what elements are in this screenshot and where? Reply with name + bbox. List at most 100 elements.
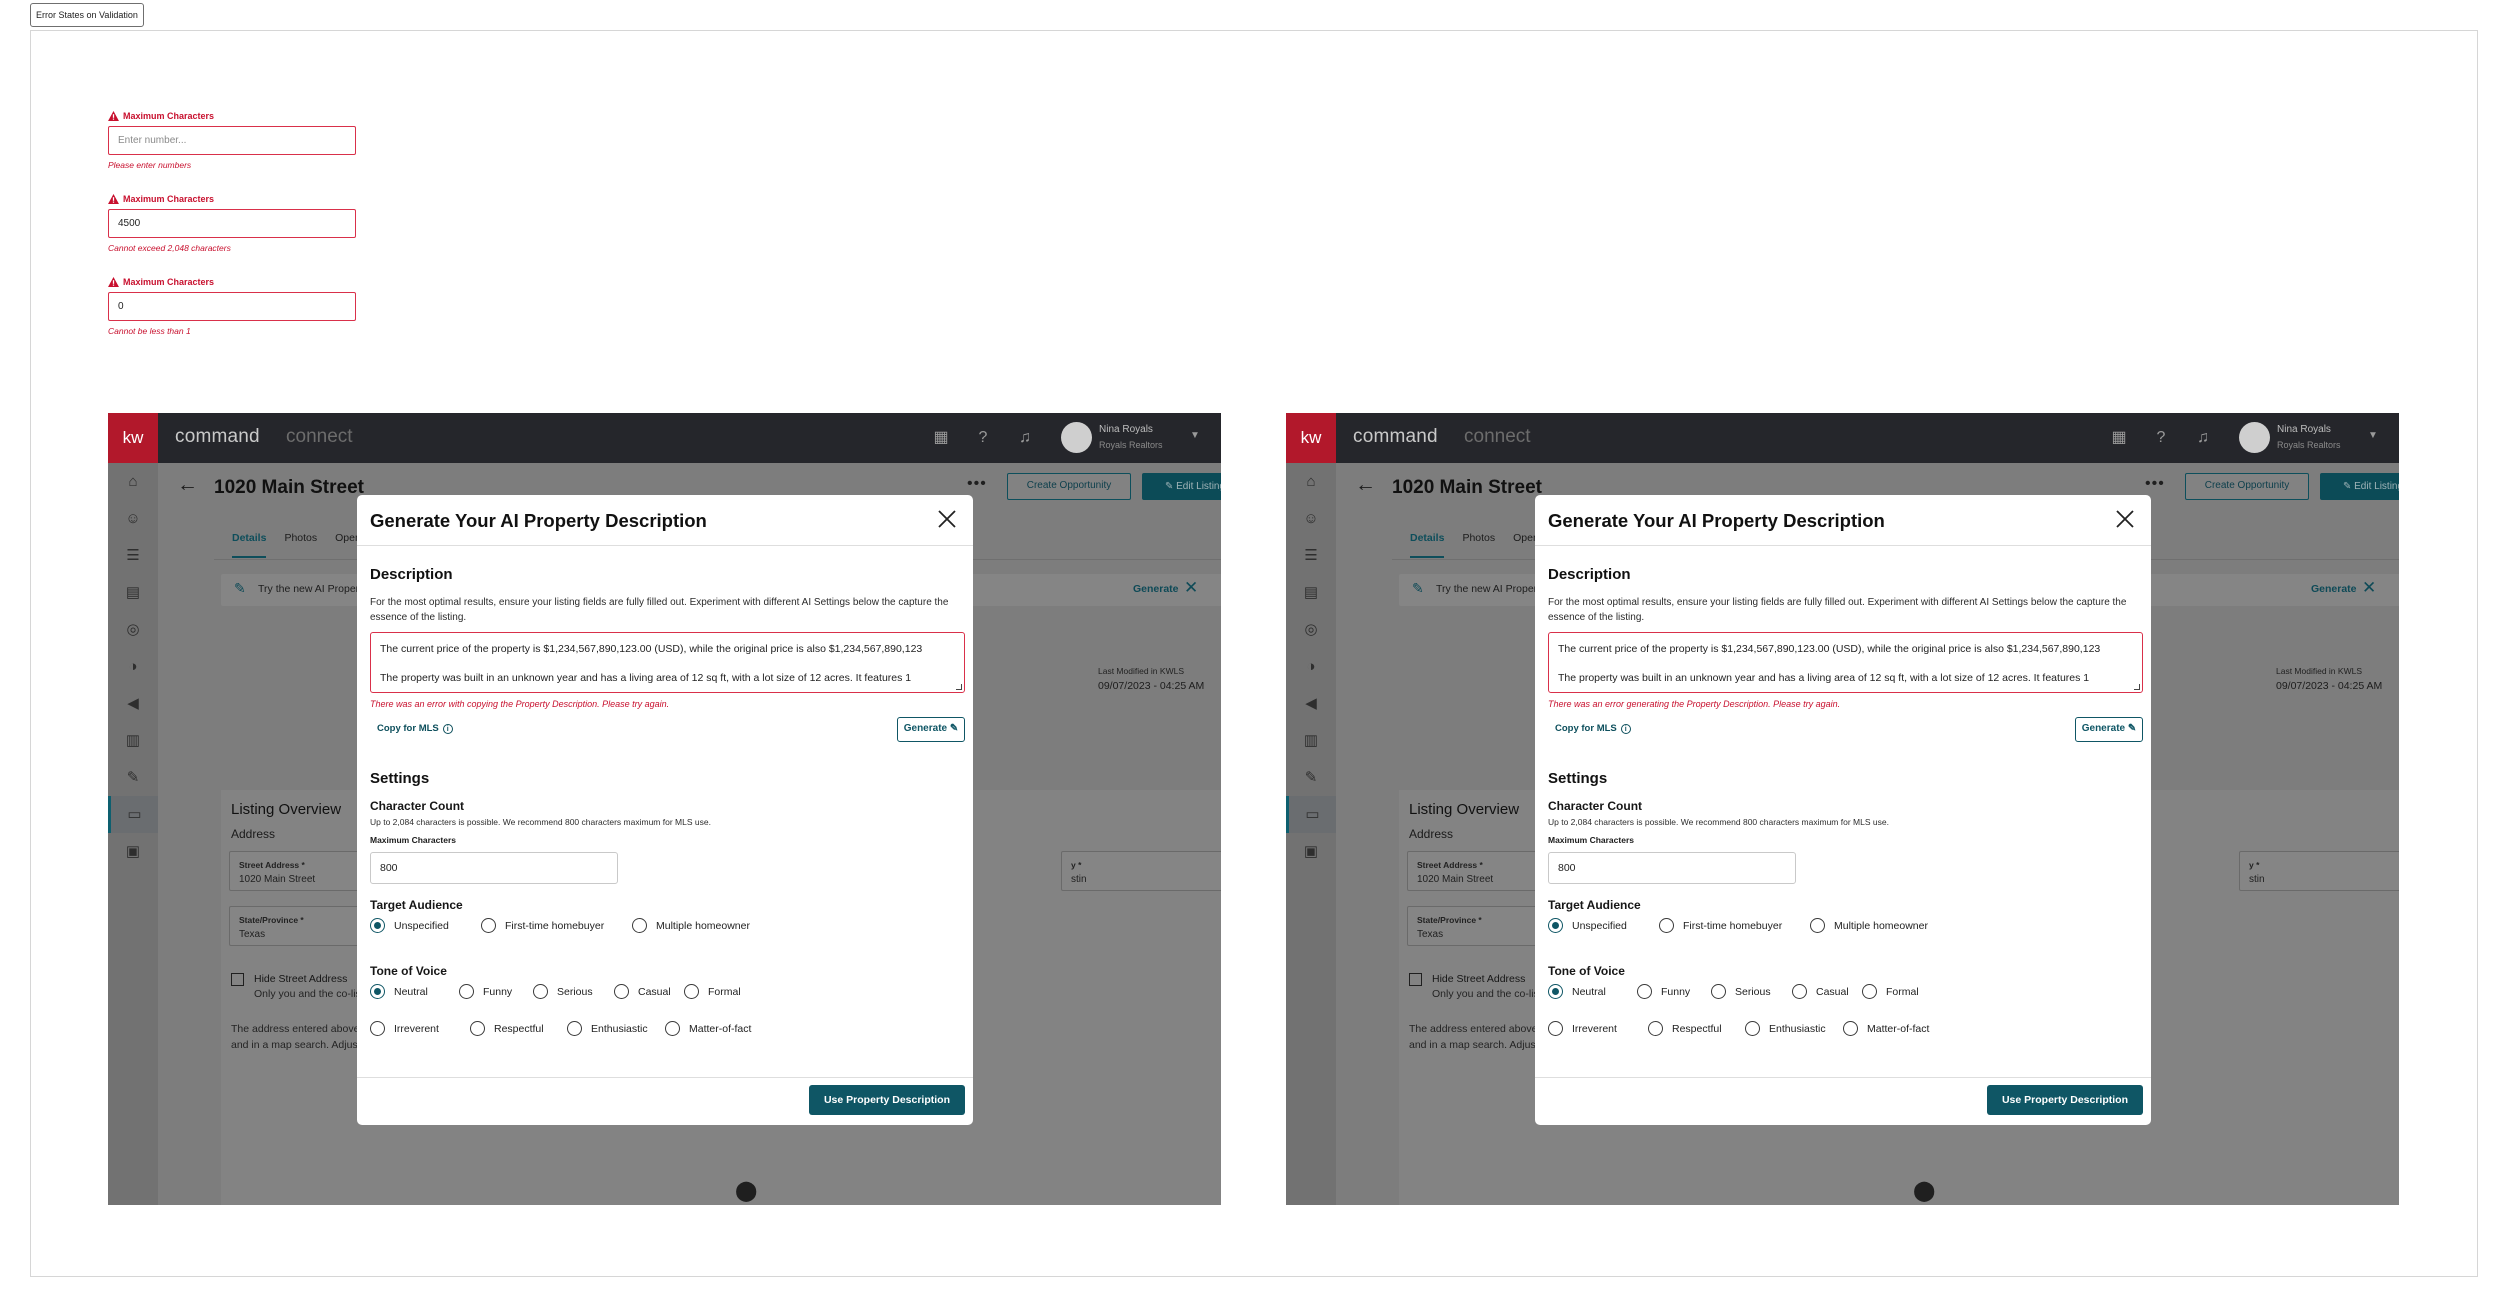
brand-command[interactable]: command [175, 426, 260, 448]
bell-icon[interactable]: ♫ [2192, 427, 2214, 449]
radio-matter-of-fact[interactable]: Matter-of-fact [1843, 1021, 1929, 1036]
kw-logo[interactable]: kw [108, 413, 158, 463]
calendar-icon[interactable]: ▦ [2108, 427, 2130, 449]
resize-handle[interactable] [2134, 684, 2140, 690]
use-property-description-button[interactable]: Use Property Description [809, 1085, 965, 1115]
create-opportunity-button[interactable]: Create Opportunity [2185, 473, 2309, 500]
max-characters-input[interactable]: 4500 [108, 209, 356, 238]
radio-irreverent[interactable]: Irreverent [370, 1021, 470, 1036]
chevron-down-icon[interactable]: ▼ [1190, 430, 1200, 441]
use-property-description-button[interactable]: Use Property Description [1987, 1085, 2143, 1115]
resize-handle[interactable] [956, 684, 962, 690]
radio-enthusiastic[interactable]: Enthusiastic [567, 1021, 665, 1036]
tasks-icon[interactable]: ▤ [1286, 574, 1336, 611]
location-icon[interactable]: ◎ [108, 611, 158, 648]
radio-funny[interactable]: Funny [459, 984, 533, 999]
close-icon[interactable]: ✕ [2362, 578, 2376, 598]
radio-funny[interactable]: Funny [1637, 984, 1711, 999]
radio-serious[interactable]: Serious [1711, 984, 1792, 999]
tab-photos[interactable]: Photos [1462, 532, 1495, 558]
avatar[interactable] [1061, 422, 1092, 453]
inbox-icon[interactable]: ☰ [108, 537, 158, 574]
description-textarea[interactable]: The current price of the property is $1,… [370, 632, 965, 693]
bell-icon[interactable]: ♫ [1014, 427, 1036, 449]
edit-icon[interactable]: ✎ [1286, 759, 1336, 796]
radio-casual[interactable]: Casual [1792, 984, 1862, 999]
radio-respectful[interactable]: Respectful [470, 1021, 567, 1036]
generate-button[interactable]: Generate ✎ [2075, 717, 2143, 742]
listings-icon[interactable]: ▭ [1286, 796, 1336, 833]
radio-first-time-homebuyer[interactable]: First-time homebuyer [1659, 918, 1810, 933]
calendar-icon[interactable]: ▦ [930, 427, 952, 449]
banner-generate-link[interactable]: Generate [2311, 583, 2357, 595]
radio-serious[interactable]: Serious [533, 984, 614, 999]
radio-neutral[interactable]: Neutral [370, 984, 459, 999]
chevron-down-icon[interactable]: ▼ [2368, 430, 2378, 441]
copy-for-mls-button[interactable]: Copy for MLS i [1555, 723, 1631, 734]
home-icon[interactable]: ⌂ [108, 463, 158, 500]
contacts-icon[interactable]: ☺ [1286, 500, 1336, 537]
tab-details[interactable]: Details [232, 532, 267, 558]
copy-for-mls-button[interactable]: Copy for MLS i [377, 723, 453, 734]
close-icon[interactable]: ✕ [1184, 578, 1198, 598]
kw-logo[interactable]: kw [1286, 413, 1336, 463]
max-characters-input[interactable]: 0 [108, 292, 356, 321]
more-options-icon[interactable]: ••• [967, 475, 987, 493]
back-arrow-icon[interactable]: ← [177, 473, 198, 497]
tab-photos[interactable]: Photos [284, 532, 317, 558]
hide-address-checkbox[interactable] [231, 973, 244, 986]
hide-address-checkbox[interactable] [1409, 973, 1422, 986]
generate-button[interactable]: Generate ✎ [897, 717, 965, 742]
edit-listing-button[interactable]: ✎ Edit Listing [2320, 473, 2399, 500]
radio-formal[interactable]: Formal [684, 984, 741, 999]
chart-icon[interactable]: ▥ [108, 722, 158, 759]
radio-enthusiastic[interactable]: Enthusiastic [1745, 1021, 1843, 1036]
description-heading: Description [1548, 566, 1631, 583]
edit-icon[interactable]: ✎ [108, 759, 158, 796]
contacts-icon[interactable]: ☺ [108, 500, 158, 537]
brand-command[interactable]: command [1353, 426, 1438, 448]
avatar[interactable] [2239, 422, 2270, 453]
close-icon[interactable] [935, 507, 959, 531]
brand-connect[interactable]: connect [1464, 426, 1531, 448]
listings-icon[interactable]: ▭ [108, 796, 158, 833]
radio-irreverent[interactable]: Irreverent [1548, 1021, 1648, 1036]
radio-respectful[interactable]: Respectful [1648, 1021, 1745, 1036]
home-icon[interactable]: ⌂ [1286, 463, 1336, 500]
more-options-icon[interactable]: ••• [2145, 475, 2165, 493]
radio-multiple-homeowner[interactable]: Multiple homeowner [632, 918, 750, 933]
radio-matter-of-fact[interactable]: Matter-of-fact [665, 1021, 751, 1036]
tasks-icon[interactable]: ▤ [108, 574, 158, 611]
brand-connect[interactable]: connect [286, 426, 353, 448]
radio-first-time-homebuyer[interactable]: First-time homebuyer [481, 918, 632, 933]
radio-multiple-homeowner[interactable]: Multiple homeowner [1810, 918, 1928, 933]
radio-unspecified[interactable]: Unspecified [1548, 918, 1659, 933]
city-field[interactable]: y * stin [2239, 851, 2399, 891]
radio-unspecified[interactable]: Unspecified [370, 918, 481, 933]
edit-listing-button[interactable]: ✎ Edit Listing [1142, 473, 1221, 500]
tab-details[interactable]: Details [1410, 532, 1445, 558]
banner-generate-link[interactable]: Generate [1133, 583, 1179, 595]
help-icon[interactable]: ? [972, 427, 994, 449]
inbox-icon[interactable]: ☰ [1286, 537, 1336, 574]
chart-icon[interactable]: ▥ [1286, 722, 1336, 759]
radio-formal[interactable]: Formal [1862, 984, 1919, 999]
radio-neutral[interactable]: Neutral [1548, 984, 1637, 999]
radio-casual[interactable]: Casual [614, 984, 684, 999]
documents-icon[interactable]: ▣ [108, 833, 158, 870]
create-opportunity-button[interactable]: Create Opportunity [1007, 473, 1131, 500]
max-characters-input[interactable]: 800 [1548, 852, 1796, 884]
help-icon[interactable]: ? [2150, 427, 2172, 449]
documents-icon[interactable]: ▣ [1286, 833, 1336, 870]
deals-icon[interactable]: ◑ [108, 648, 158, 685]
back-arrow-icon[interactable]: ← [1355, 473, 1376, 497]
close-icon[interactable] [2113, 507, 2137, 531]
description-textarea[interactable]: The current price of the property is $1,… [1548, 632, 2143, 693]
location-icon[interactable]: ◎ [1286, 611, 1336, 648]
max-characters-input[interactable]: Enter number... [108, 126, 356, 155]
max-characters-input[interactable]: 800 [370, 852, 618, 884]
megaphone-icon[interactable]: ◀ [1286, 685, 1336, 722]
city-field[interactable]: y * stin [1061, 851, 1221, 891]
megaphone-icon[interactable]: ◀ [108, 685, 158, 722]
deals-icon[interactable]: ◑ [1286, 648, 1336, 685]
